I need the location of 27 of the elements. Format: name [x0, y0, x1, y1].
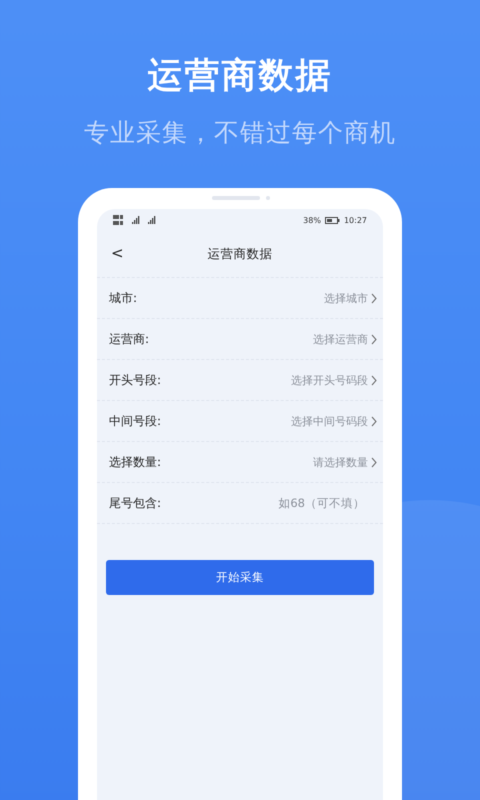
screen-title: 运营商数据: [208, 246, 272, 262]
field-label: 开头号段:: [109, 372, 162, 388]
back-button[interactable]: <: [107, 244, 128, 262]
status-time: 10:27: [344, 216, 367, 224]
field-label: 城市:: [109, 290, 138, 306]
chevron-right-icon: [371, 456, 377, 468]
start-button[interactable]: 开始采集: [106, 560, 374, 595]
field-label: 尾号包含:: [109, 494, 162, 512]
chevron-right-icon: [371, 334, 377, 344]
select-picker[interactable]: 选择开头号码段: [291, 370, 377, 390]
select-picker[interactable]: 请选择数量: [313, 452, 377, 472]
select-picker[interactable]: 选择城市: [324, 288, 377, 308]
battery-percentage: 38%: [303, 216, 321, 224]
battery-icon: [324, 216, 340, 224]
signal-icon: [129, 216, 157, 224]
select-picker[interactable]: 选择运营商: [313, 330, 377, 348]
tagline: 专业采集，不错过每个商机: [84, 117, 396, 149]
field-label: 选择数量:: [109, 454, 162, 470]
chevron-right-icon: [371, 292, 377, 304]
headline: 运营商数据: [148, 55, 332, 98]
field-label: 中间号段:: [109, 412, 162, 430]
input-field[interactable]: 如68（可不填）: [245, 494, 377, 512]
chevron-right-icon: [371, 374, 377, 386]
chevron-right-icon: [371, 416, 377, 426]
select-picker[interactable]: 选择中间号码段: [291, 412, 377, 430]
field-label: 运营商:: [109, 330, 150, 348]
sim-card-icon: [113, 214, 125, 226]
